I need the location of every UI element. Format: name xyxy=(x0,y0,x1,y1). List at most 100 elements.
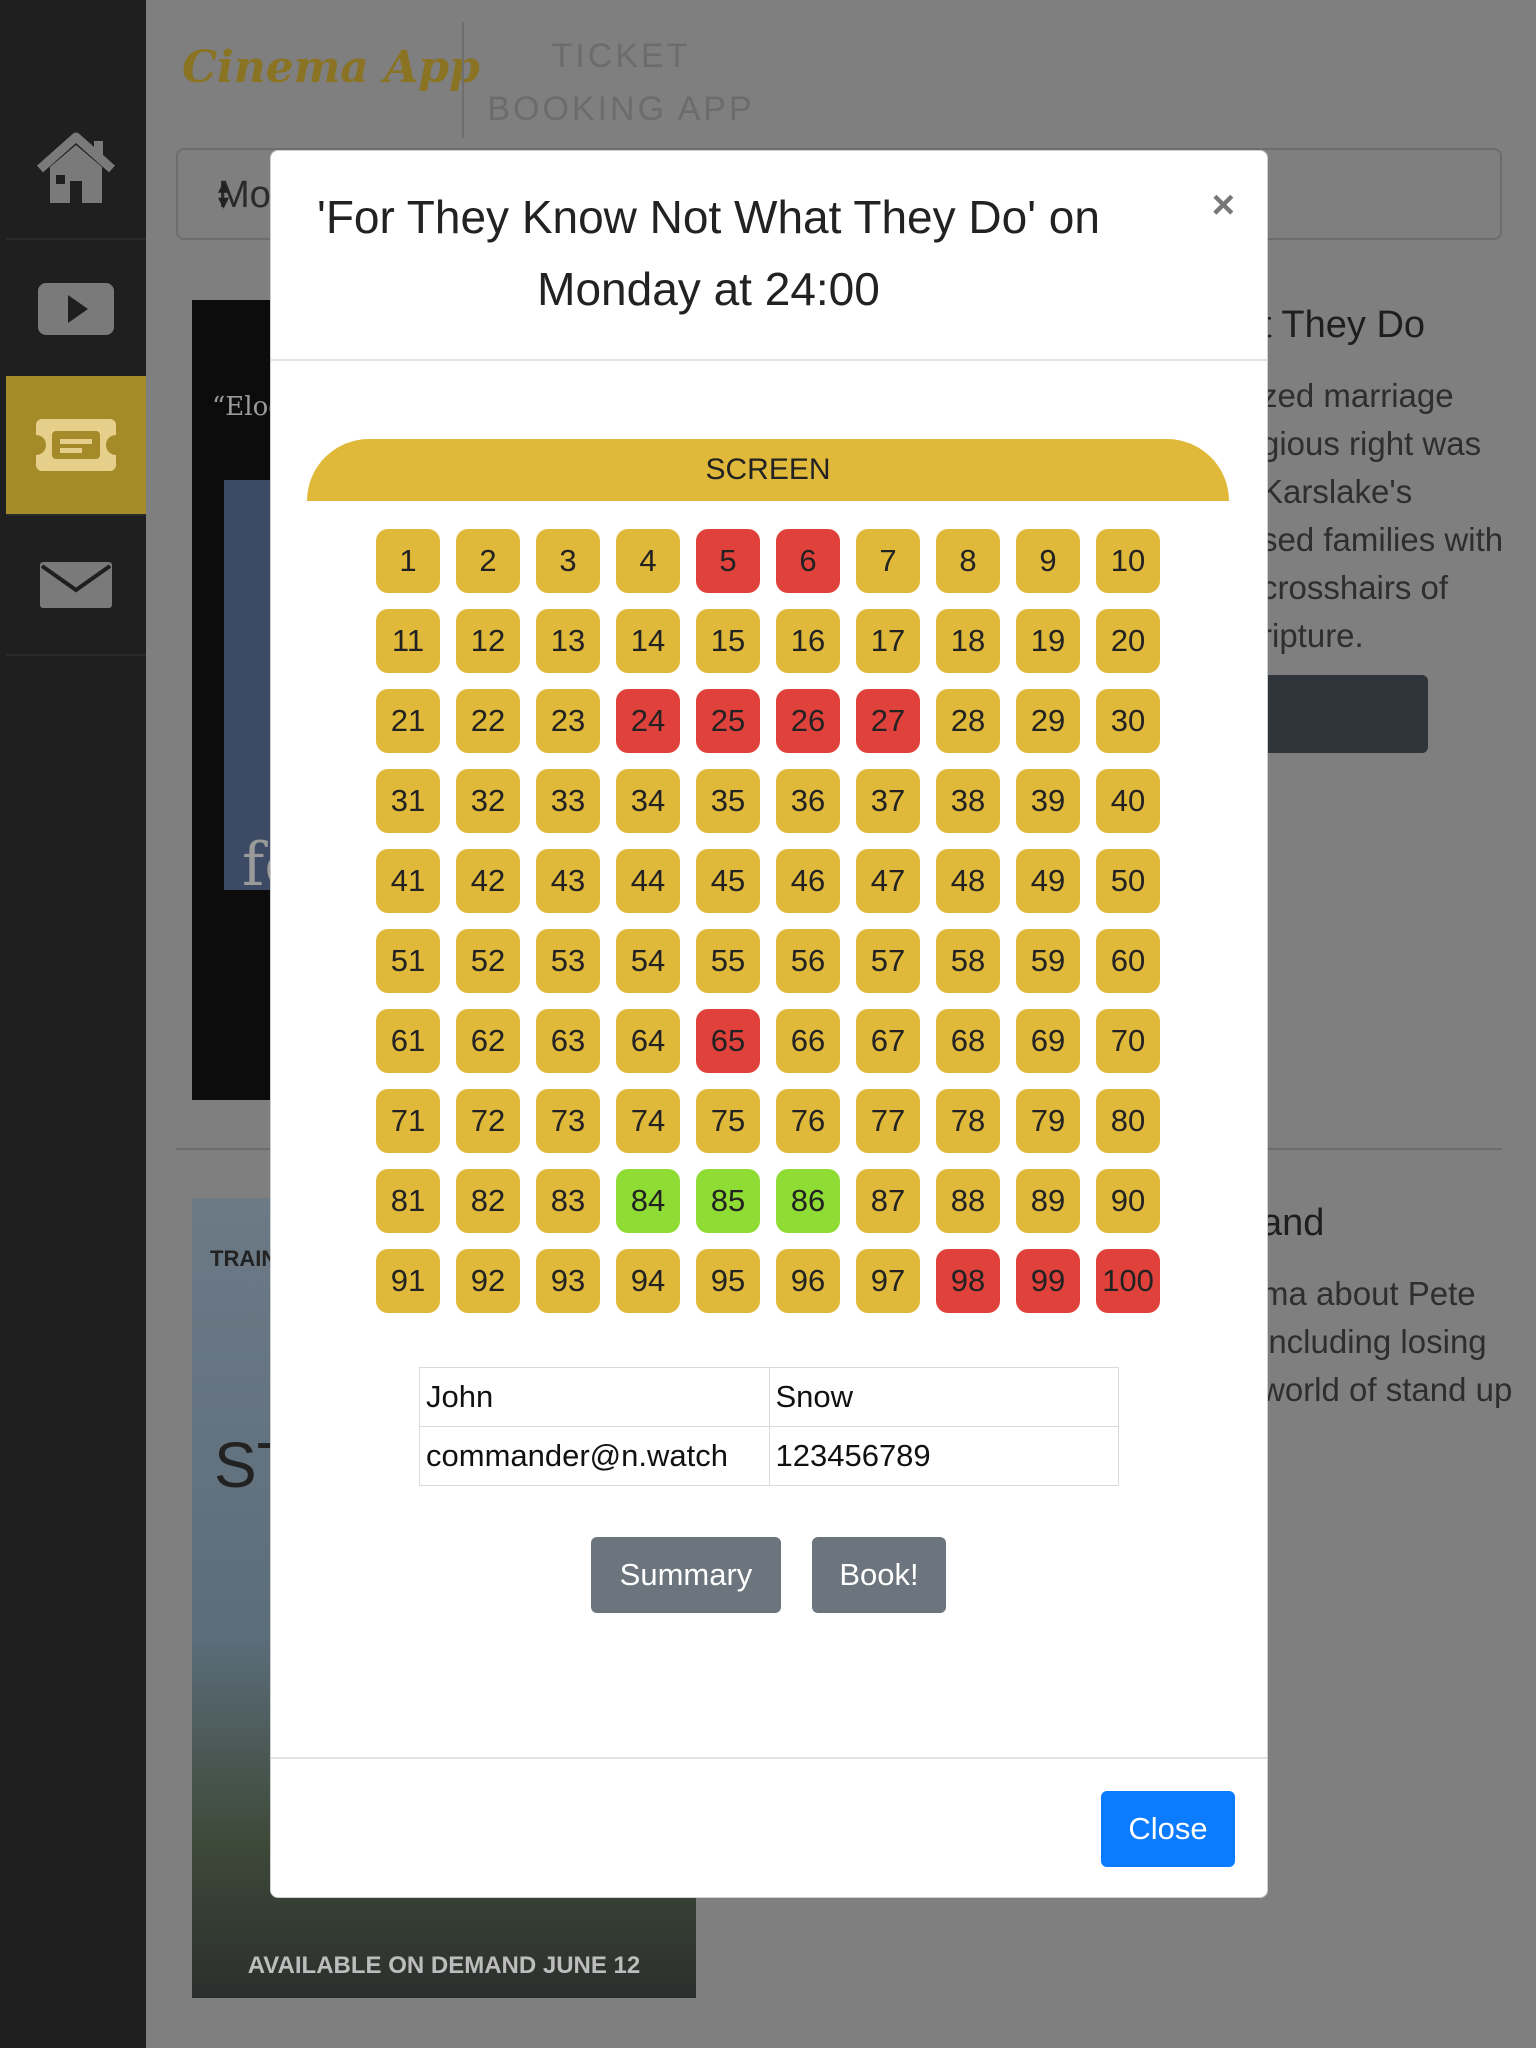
book-button[interactable]: Book! xyxy=(812,1537,946,1613)
seat-button[interactable]: 25 xyxy=(696,689,760,753)
seat-button[interactable]: 26 xyxy=(776,689,840,753)
seat-button[interactable]: 91 xyxy=(376,1249,440,1313)
seat-button[interactable]: 62 xyxy=(456,1009,520,1073)
seat-button[interactable]: 79 xyxy=(1016,1089,1080,1153)
phone-input[interactable] xyxy=(769,1427,1118,1485)
seat-button[interactable]: 27 xyxy=(856,689,920,753)
seat-button[interactable]: 6 xyxy=(776,529,840,593)
last-name-input[interactable] xyxy=(769,1368,1118,1426)
movie-1-book-button[interactable] xyxy=(1246,675,1428,753)
seat-button[interactable]: 100 xyxy=(1096,1249,1160,1313)
seat-button[interactable]: 82 xyxy=(456,1169,520,1233)
seat-button[interactable]: 47 xyxy=(856,849,920,913)
app-logo[interactable]: Cinema App xyxy=(182,42,480,93)
seat-button[interactable]: 38 xyxy=(936,769,1000,833)
seat-button[interactable]: 54 xyxy=(616,929,680,993)
seat-button[interactable]: 83 xyxy=(536,1169,600,1233)
seat-button[interactable]: 68 xyxy=(936,1009,1000,1073)
seat-button[interactable]: 74 xyxy=(616,1089,680,1153)
seat-button[interactable]: 89 xyxy=(1016,1169,1080,1233)
seat-button[interactable]: 90 xyxy=(1096,1169,1160,1233)
seat-button[interactable]: 57 xyxy=(856,929,920,993)
seat-button[interactable]: 8 xyxy=(936,529,1000,593)
seat-button[interactable]: 42 xyxy=(456,849,520,913)
seat-button[interactable]: 41 xyxy=(376,849,440,913)
seat-button[interactable]: 78 xyxy=(936,1089,1000,1153)
seat-button[interactable]: 50 xyxy=(1096,849,1160,913)
seat-button[interactable]: 37 xyxy=(856,769,920,833)
seat-button[interactable]: 14 xyxy=(616,609,680,673)
seat-button[interactable]: 65 xyxy=(696,1009,760,1073)
seat-button[interactable]: 39 xyxy=(1016,769,1080,833)
seat-button[interactable]: 4 xyxy=(616,529,680,593)
seat-button[interactable]: 36 xyxy=(776,769,840,833)
seat-button[interactable]: 86 xyxy=(776,1169,840,1233)
seat-button[interactable]: 84 xyxy=(616,1169,680,1233)
sidebar-item-home[interactable] xyxy=(6,100,146,240)
seat-button[interactable]: 20 xyxy=(1096,609,1160,673)
seat-button[interactable]: 48 xyxy=(936,849,1000,913)
seat-button[interactable]: 67 xyxy=(856,1009,920,1073)
seat-button[interactable]: 34 xyxy=(616,769,680,833)
seat-button[interactable]: 45 xyxy=(696,849,760,913)
seat-button[interactable]: 30 xyxy=(1096,689,1160,753)
seat-button[interactable]: 35 xyxy=(696,769,760,833)
sidebar-item-tickets[interactable] xyxy=(6,376,146,516)
seat-button[interactable]: 24 xyxy=(616,689,680,753)
seat-button[interactable]: 59 xyxy=(1016,929,1080,993)
seat-button[interactable]: 75 xyxy=(696,1089,760,1153)
seat-button[interactable]: 72 xyxy=(456,1089,520,1153)
summary-button[interactable]: Summary xyxy=(591,1537,781,1613)
seat-button[interactable]: 76 xyxy=(776,1089,840,1153)
seat-button[interactable]: 77 xyxy=(856,1089,920,1153)
seat-button[interactable]: 88 xyxy=(936,1169,1000,1233)
seat-button[interactable]: 28 xyxy=(936,689,1000,753)
seat-button[interactable]: 61 xyxy=(376,1009,440,1073)
seat-button[interactable]: 23 xyxy=(536,689,600,753)
seat-button[interactable]: 43 xyxy=(536,849,600,913)
seat-button[interactable]: 97 xyxy=(856,1249,920,1313)
seat-button[interactable]: 49 xyxy=(1016,849,1080,913)
seat-button[interactable]: 17 xyxy=(856,609,920,673)
seat-button[interactable]: 52 xyxy=(456,929,520,993)
seat-button[interactable]: 31 xyxy=(376,769,440,833)
seat-button[interactable]: 71 xyxy=(376,1089,440,1153)
seat-button[interactable]: 21 xyxy=(376,689,440,753)
seat-button[interactable]: 81 xyxy=(376,1169,440,1233)
seat-button[interactable]: 46 xyxy=(776,849,840,913)
seat-button[interactable]: 93 xyxy=(536,1249,600,1313)
seat-button[interactable]: 15 xyxy=(696,609,760,673)
seat-button[interactable]: 58 xyxy=(936,929,1000,993)
seat-button[interactable]: 70 xyxy=(1096,1009,1160,1073)
seat-button[interactable]: 55 xyxy=(696,929,760,993)
seat-button[interactable]: 94 xyxy=(616,1249,680,1313)
seat-button[interactable]: 69 xyxy=(1016,1009,1080,1073)
seat-button[interactable]: 56 xyxy=(776,929,840,993)
sidebar-item-contact[interactable] xyxy=(6,516,146,656)
seat-button[interactable]: 3 xyxy=(536,529,600,593)
seat-button[interactable]: 99 xyxy=(1016,1249,1080,1313)
seat-button[interactable]: 63 xyxy=(536,1009,600,1073)
seat-button[interactable]: 32 xyxy=(456,769,520,833)
seat-button[interactable]: 64 xyxy=(616,1009,680,1073)
seat-button[interactable]: 66 xyxy=(776,1009,840,1073)
seat-button[interactable]: 7 xyxy=(856,529,920,593)
seat-button[interactable]: 5 xyxy=(696,529,760,593)
seat-button[interactable]: 33 xyxy=(536,769,600,833)
seat-button[interactable]: 73 xyxy=(536,1089,600,1153)
seat-button[interactable]: 1 xyxy=(376,529,440,593)
seat-button[interactable]: 96 xyxy=(776,1249,840,1313)
seat-button[interactable]: 18 xyxy=(936,609,1000,673)
seat-button[interactable]: 87 xyxy=(856,1169,920,1233)
seat-button[interactable]: 22 xyxy=(456,689,520,753)
seat-button[interactable]: 19 xyxy=(1016,609,1080,673)
first-name-input[interactable] xyxy=(420,1368,769,1426)
seat-button[interactable]: 80 xyxy=(1096,1089,1160,1153)
seat-button[interactable]: 13 xyxy=(536,609,600,673)
seat-button[interactable]: 29 xyxy=(1016,689,1080,753)
email-input[interactable] xyxy=(420,1427,769,1485)
seat-button[interactable]: 2 xyxy=(456,529,520,593)
seat-button[interactable]: 10 xyxy=(1096,529,1160,593)
seat-button[interactable]: 51 xyxy=(376,929,440,993)
seat-button[interactable]: 53 xyxy=(536,929,600,993)
